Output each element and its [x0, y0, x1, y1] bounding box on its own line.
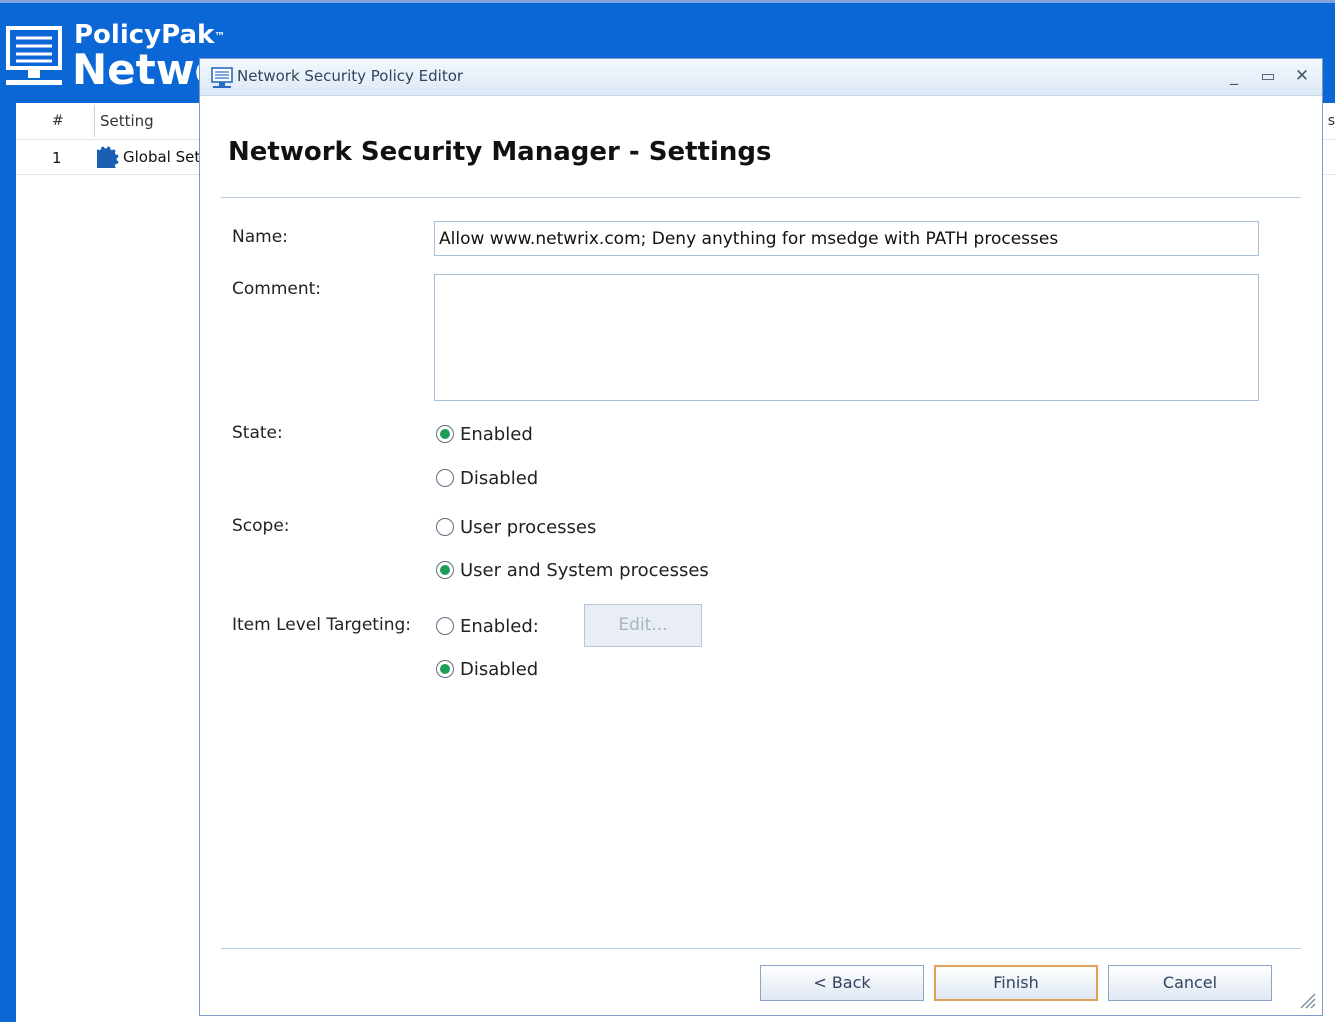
- divider-top: [221, 197, 1301, 198]
- page-title: Network Security Manager - Settings: [228, 137, 772, 167]
- edit-button[interactable]: Edit...: [584, 604, 702, 647]
- name-field[interactable]: [434, 221, 1259, 256]
- ilt-enabled-radio[interactable]: Enabled:: [436, 614, 539, 638]
- minimize-icon[interactable]: _: [1222, 65, 1246, 87]
- scope-user-system-processes-radio[interactable]: User and System processes: [436, 558, 709, 582]
- column-divider: [94, 105, 95, 137]
- state-label: State:: [232, 423, 283, 443]
- resize-grip-icon[interactable]: [1298, 991, 1316, 1009]
- name-label: Name:: [232, 227, 288, 247]
- column-header-number[interactable]: #: [52, 113, 64, 129]
- dialog-title: Network Security Policy Editor: [237, 67, 464, 85]
- radio-label: User and System processes: [460, 559, 709, 581]
- radio-label: Disabled: [460, 658, 539, 680]
- comment-label: Comment:: [232, 279, 322, 299]
- scope-user-processes-radio[interactable]: User processes: [436, 515, 596, 539]
- gear-icon: [97, 146, 119, 168]
- state-enabled-radio[interactable]: Enabled: [436, 422, 533, 446]
- radio-checked-icon: [436, 561, 454, 579]
- state-disabled-radio[interactable]: Disabled: [436, 466, 538, 490]
- radio-unchecked-icon: [436, 518, 454, 536]
- row-number: 1: [52, 149, 62, 167]
- finish-button[interactable]: Finish: [934, 965, 1098, 1001]
- policy-editor-dialog: Network Security Policy Editor _ ▭ ✕ Net…: [199, 58, 1323, 1016]
- cancel-button[interactable]: Cancel: [1108, 965, 1272, 1001]
- divider-bottom: [221, 948, 1301, 949]
- radio-label: User processes: [460, 516, 597, 538]
- back-button[interactable]: < Back: [760, 965, 924, 1001]
- comment-field[interactable]: [434, 274, 1259, 401]
- radio-label: Enabled: [460, 423, 533, 445]
- radio-label: Enabled:: [460, 615, 539, 637]
- radio-unchecked-icon: [436, 469, 454, 487]
- product-title: Network Security Manager: [72, 46, 200, 94]
- item-level-targeting-label: Item Level Targeting:: [232, 615, 411, 635]
- dialog-titlebar[interactable]: Network Security Policy Editor _ ▭ ✕: [200, 59, 1322, 96]
- row-setting-name: Global Settings: [123, 148, 200, 166]
- maximize-icon[interactable]: ▭: [1256, 65, 1280, 87]
- radio-checked-icon: [436, 660, 454, 678]
- policypak-logo-icon: [6, 26, 62, 85]
- column-header-fragment: s: [1327, 113, 1335, 129]
- scope-label: Scope:: [232, 516, 290, 536]
- policy-editor-app-icon: [211, 67, 233, 88]
- ilt-disabled-radio[interactable]: Disabled: [436, 657, 538, 681]
- close-icon[interactable]: ✕: [1290, 65, 1314, 87]
- top-strip: [0, 0, 1335, 3]
- radio-unchecked-icon: [436, 617, 454, 635]
- radio-label: Disabled: [460, 467, 539, 489]
- radio-checked-icon: [436, 425, 454, 443]
- column-header-setting[interactable]: Setting: [100, 112, 154, 130]
